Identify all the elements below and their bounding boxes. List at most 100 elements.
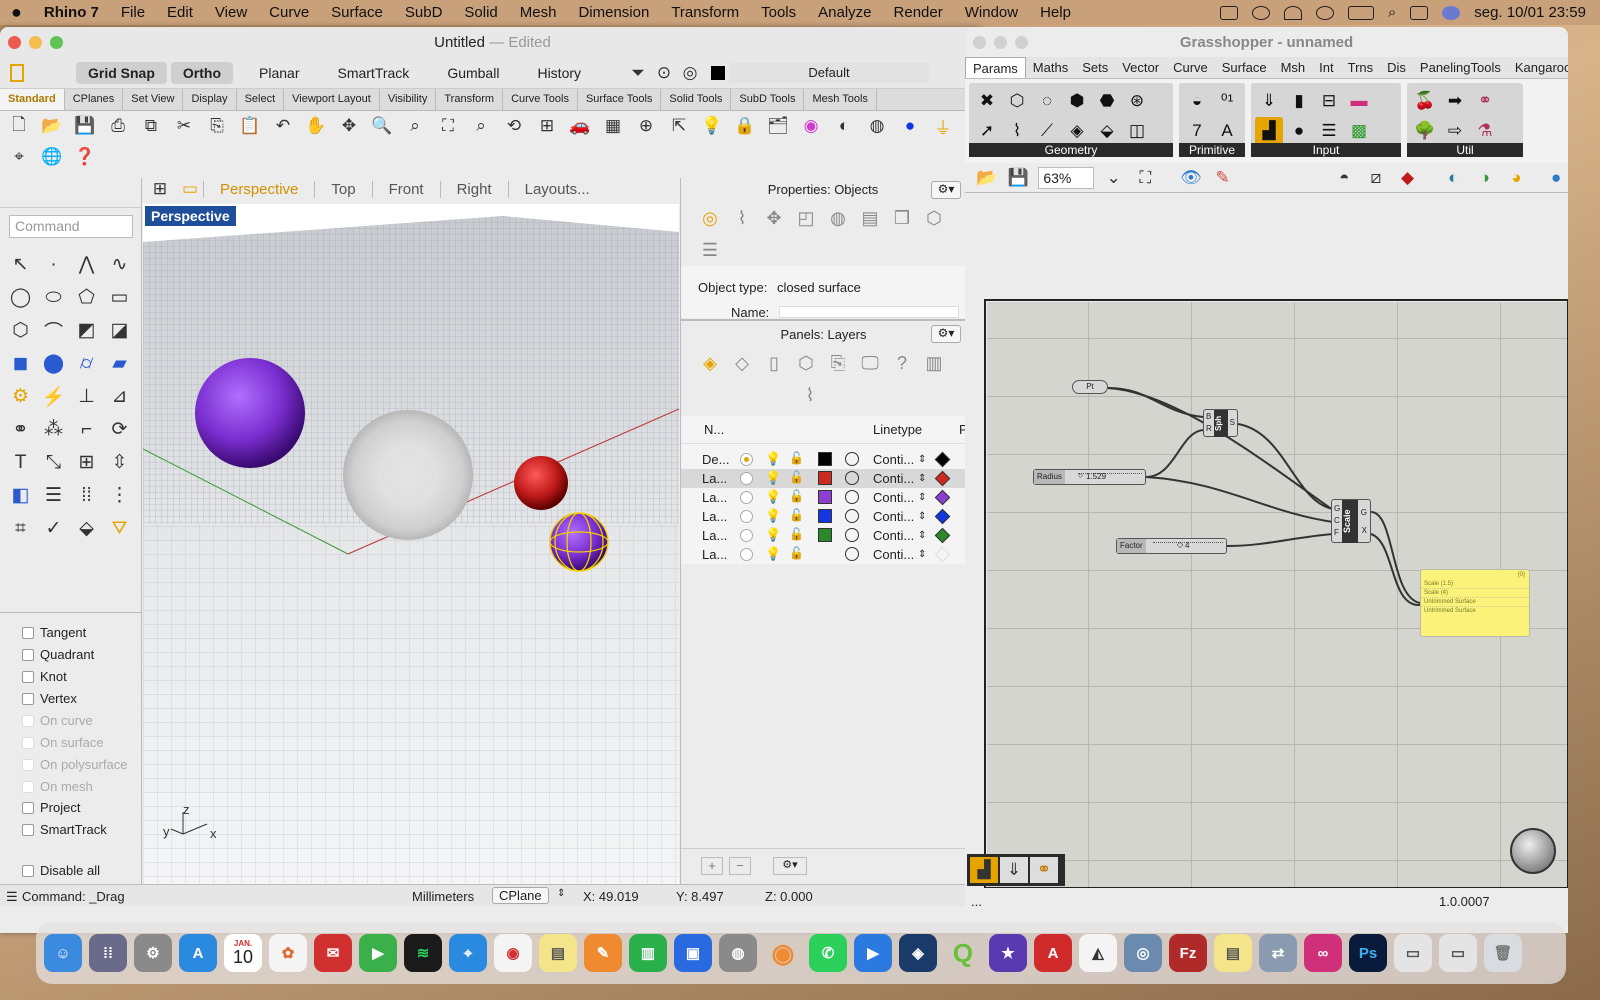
window-panel-icon[interactable]: ▥: [921, 350, 947, 376]
sidebar-toggle-icon[interactable]: [10, 63, 24, 82]
group-icon[interactable]: ⚭: [4, 413, 37, 446]
paste-icon[interactable]: 📋: [237, 114, 263, 138]
dock-system-preferences-icon[interactable]: ⚙: [134, 934, 172, 972]
linetype-stepper[interactable]: ⇕: [918, 473, 926, 484]
viewport-grid-icon[interactable]: ⊞: [147, 177, 173, 201]
gh-bake-icon[interactable]: ◆: [1396, 166, 1420, 190]
menu-mesh[interactable]: Mesh: [509, 4, 568, 21]
menu-render[interactable]: Render: [883, 4, 954, 21]
param-surface-icon[interactable]: ⬢: [1063, 87, 1091, 115]
layer-name[interactable]: La...: [702, 509, 727, 524]
tab-transform[interactable]: Transform: [436, 89, 504, 110]
surface-corner-icon[interactable]: ◩: [70, 314, 103, 347]
rectangle-icon[interactable]: ▭: [103, 281, 136, 314]
param-boolean-icon[interactable]: ◒: [1183, 87, 1211, 115]
osnap-on-surface[interactable]: On surface: [22, 735, 104, 750]
input-slider-icon[interactable]: ⊟: [1315, 87, 1343, 115]
layer-material-icon[interactable]: [845, 452, 859, 466]
dock-whatsapp-icon[interactable]: ✆: [809, 934, 847, 972]
linetype-stepper[interactable]: ⇕: [918, 454, 926, 465]
battery-icon[interactable]: [1347, 5, 1374, 20]
layer-material-icon[interactable]: [845, 509, 859, 523]
gh-tab-maths[interactable]: Maths: [1026, 57, 1075, 78]
scale-input-c[interactable]: C: [1334, 516, 1340, 525]
tab-solid-tools[interactable]: Solid Tools: [661, 89, 732, 110]
util-tree-icon[interactable]: 🌳: [1411, 117, 1439, 145]
layer-name[interactable]: La...: [702, 471, 727, 486]
grid-icon[interactable]: ▦: [600, 114, 626, 138]
ortho-toggle[interactable]: Ortho: [170, 61, 234, 84]
input-button-icon[interactable]: ●: [1285, 117, 1313, 145]
mesh-tool-icon[interactable]: ⬙: [70, 512, 103, 545]
util-flask-icon[interactable]: ⚗: [1471, 117, 1499, 145]
properties-gear-button[interactable]: ⚙▾: [931, 181, 961, 199]
array-icon[interactable]: ⊞: [70, 446, 103, 479]
zoom-extents-icon[interactable]: ⛶: [435, 114, 461, 138]
globe-icon[interactable]: 🌐: [39, 145, 65, 169]
current-layer-field[interactable]: Default: [729, 62, 930, 83]
param-geometry-icon[interactable]: ✖: [973, 87, 1001, 115]
remove-layer-button[interactable]: −: [729, 857, 751, 875]
layer-linetype[interactable]: Conti...: [873, 547, 914, 562]
gh-save-icon[interactable]: 💾: [1007, 166, 1031, 190]
gh-tab-sets[interactable]: Sets: [1075, 57, 1115, 78]
cplane-stepper[interactable]: ⇕: [557, 888, 565, 899]
param-line-icon[interactable]: ⟋: [1033, 117, 1061, 145]
layers-icon[interactable]: 🗂: [765, 114, 791, 138]
osnap-on-curve[interactable]: On curve: [22, 713, 93, 728]
dock-imovie-icon[interactable]: ★: [989, 934, 1027, 972]
layer-color-swatch[interactable]: [818, 528, 832, 542]
polygon-icon[interactable]: ⬠: [70, 281, 103, 314]
layer-row[interactable]: La... 💡 🔓 Conti... ⇕: [681, 545, 966, 564]
layer-material-icon[interactable]: [845, 490, 859, 504]
param-text-icon[interactable]: A: [1213, 117, 1241, 145]
loft-icon[interactable]: ◪: [103, 314, 136, 347]
layer-material-icon[interactable]: [845, 471, 859, 485]
osnap-on-mesh[interactable]: On mesh: [22, 779, 93, 794]
viewport-tab-layouts[interactable]: Layouts...: [507, 180, 606, 198]
units-label[interactable]: Millimeters: [412, 889, 474, 904]
layers-gear-button[interactable]: ⚙▾: [931, 325, 961, 343]
gh-zoom-dropdown-icon[interactable]: ⌄: [1102, 166, 1126, 190]
display-icon[interactable]: 🖵: [857, 350, 883, 376]
material-props-icon[interactable]: ◰: [793, 205, 819, 231]
menu-analyze[interactable]: Analyze: [807, 4, 882, 21]
align-icon[interactable]: ⋮: [103, 479, 136, 512]
dock-launchpad-icon[interactable]: ⁞⁞: [89, 934, 127, 972]
print-color-diamond[interactable]: [934, 451, 951, 468]
current-layer-radio[interactable]: [740, 491, 753, 504]
viewport-label[interactable]: Perspective: [145, 206, 236, 226]
print-color-diamond[interactable]: [934, 546, 951, 563]
dock-window-thumbnail-icon[interactable]: ▭: [1439, 934, 1477, 972]
solid-box-icon[interactable]: ◧: [4, 479, 37, 512]
object-name-field[interactable]: [779, 306, 959, 318]
sphere-input-b[interactable]: B: [1206, 412, 1211, 421]
dock-acrobat-icon[interactable]: A: [1034, 934, 1072, 972]
dock-safari-icon[interactable]: ⌖: [449, 934, 487, 972]
param-arc-icon[interactable]: ◌: [1033, 87, 1061, 115]
filter-icon[interactable]: ⏷: [625, 61, 651, 85]
import-icon[interactable]: ⧉: [138, 114, 164, 138]
param-field-icon[interactable]: ◫: [1123, 117, 1151, 145]
sphere-input-r[interactable]: R: [1206, 424, 1212, 433]
gh-point-param[interactable]: Pt: [1072, 380, 1108, 394]
gh-wire-icon[interactable]: ⧄: [1364, 166, 1388, 190]
gh-canvas[interactable]: Pt B R Sph S Radius ○ 1.529 Factor ◇ 4 G…: [965, 212, 1568, 888]
offset-icon[interactable]: ⟳: [103, 413, 136, 446]
polyline-icon[interactable]: ⋀: [70, 248, 103, 281]
text-icon[interactable]: T: [4, 446, 37, 479]
dock-mail-icon[interactable]: ✉: [314, 934, 352, 972]
play-icon[interactable]: [1251, 5, 1270, 20]
page-icon[interactable]: ▯: [761, 350, 787, 376]
undo-view-icon[interactable]: ⟲: [501, 114, 527, 138]
osnap-tangent[interactable]: Tangent: [22, 625, 86, 640]
dock-filezilla-icon[interactable]: Fz: [1169, 934, 1207, 972]
osnap-quadrant[interactable]: Quadrant: [22, 647, 94, 662]
current-layer-radio[interactable]: [740, 472, 753, 485]
param-circle-icon[interactable]: ⬡: [1003, 87, 1031, 115]
dock-maps-pro-icon[interactable]: ◍: [719, 934, 757, 972]
layer-linetype[interactable]: Conti...: [873, 528, 914, 543]
tab-standard[interactable]: Standard: [0, 89, 65, 110]
dock-qgis-icon[interactable]: Q: [944, 934, 982, 972]
dock-creative-cloud-icon[interactable]: ∞: [1304, 934, 1342, 972]
